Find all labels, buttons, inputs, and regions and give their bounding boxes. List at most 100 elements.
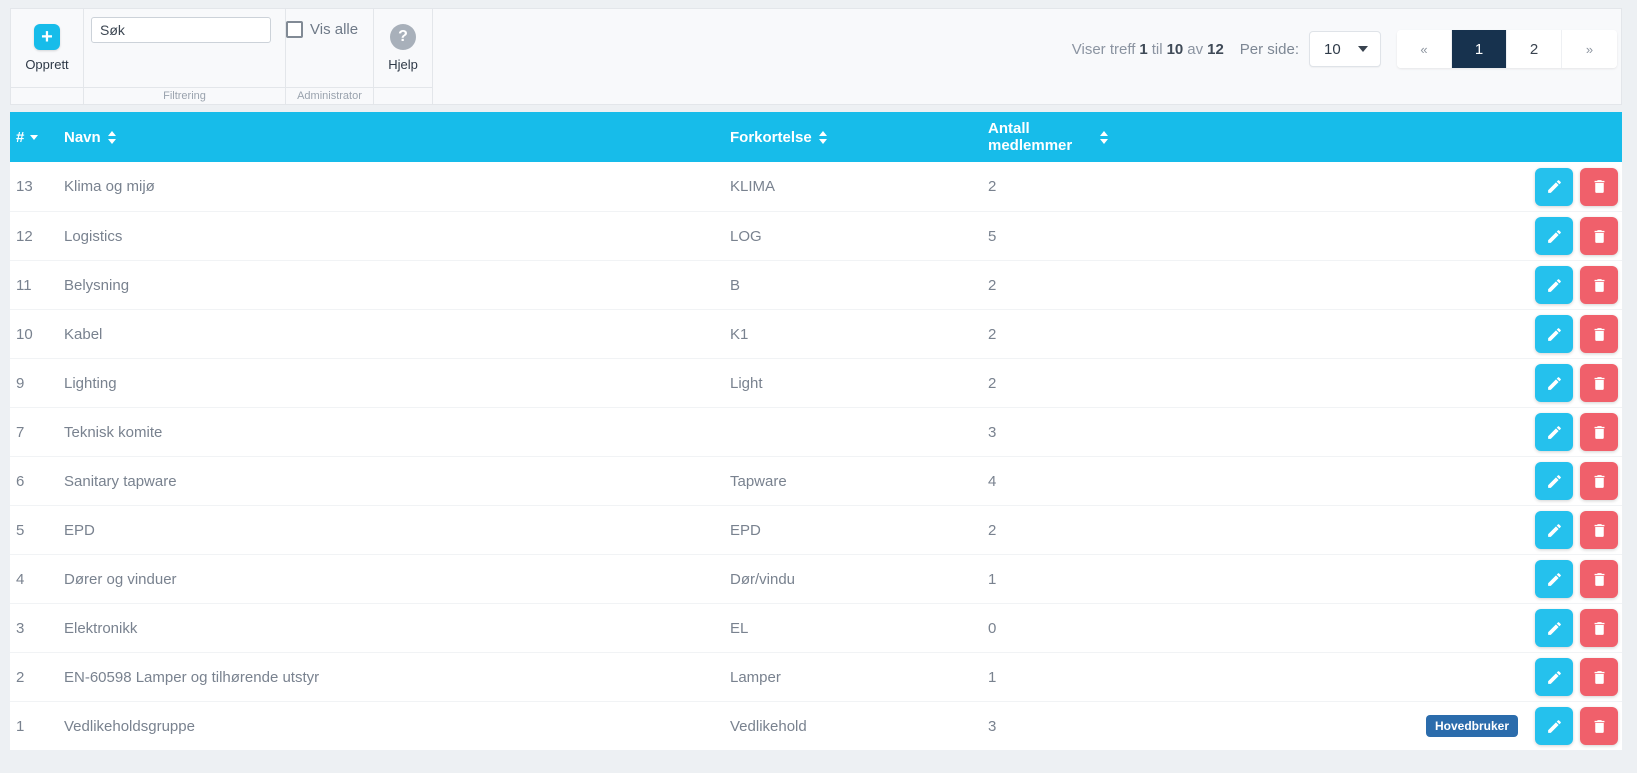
row-members: 2	[988, 276, 997, 294]
toolbar-cell-help: ? Hjelp	[374, 9, 433, 104]
delete-button[interactable]	[1580, 707, 1618, 745]
row-id: 13	[16, 178, 33, 195]
toolbar-cell-filter: Filtrering	[84, 9, 286, 104]
table-row: 5 EPD EPD 2	[10, 505, 1622, 554]
pagination-page-1[interactable]: 1	[1452, 30, 1507, 68]
row-abbr: B	[730, 276, 741, 294]
show-all-toggle[interactable]: Vis alle	[286, 21, 358, 38]
delete-button[interactable]	[1580, 462, 1618, 500]
trash-icon	[1594, 278, 1604, 292]
row-id: 3	[16, 619, 25, 637]
column-header-members[interactable]: Antall medlemmer	[988, 120, 1108, 154]
table-row: 3 Elektronikk EL 0	[10, 603, 1622, 652]
delete-button[interactable]	[1580, 167, 1618, 206]
row-members: 3	[988, 717, 997, 735]
pagination-next-button[interactable]: »	[1562, 30, 1617, 68]
pagination-prev-button[interactable]: «	[1397, 30, 1452, 68]
column-header-id[interactable]: #	[10, 129, 64, 146]
delete-button[interactable]	[1580, 560, 1618, 598]
row-abbr: Tapware	[730, 472, 787, 490]
row-abbr: Vedlikehold	[730, 717, 807, 735]
pencil-icon	[1547, 474, 1561, 488]
row-members: 2	[988, 374, 997, 392]
row-members: 4	[988, 472, 997, 490]
delete-button[interactable]	[1580, 266, 1618, 304]
edit-button[interactable]	[1535, 707, 1573, 745]
pagination-page-2[interactable]: 2	[1507, 30, 1562, 68]
sort-icon	[107, 130, 116, 144]
row-name: EN-60598 Lamper og tilhørende utstyr	[64, 668, 320, 686]
delete-button[interactable]	[1580, 511, 1618, 549]
trash-icon	[1594, 719, 1604, 733]
row-id: 7	[16, 423, 25, 441]
row-id: 2	[16, 668, 25, 686]
delete-button[interactable]	[1580, 609, 1618, 647]
delete-button[interactable]	[1580, 658, 1618, 696]
table-row: 2 EN-60598 Lamper og tilhørende utstyr L…	[10, 652, 1622, 701]
trash-icon	[1594, 229, 1604, 243]
delete-button[interactable]	[1580, 217, 1618, 255]
admin-section-label: Administrator	[297, 90, 362, 103]
pencil-icon	[1547, 719, 1561, 733]
table-row: 9 Lighting Light 2	[10, 358, 1622, 407]
edit-button[interactable]	[1535, 364, 1573, 402]
create-button[interactable]: + Opprett	[25, 24, 69, 72]
table-row: 12 Logistics LOG 5	[10, 211, 1622, 260]
edit-button[interactable]	[1535, 560, 1573, 598]
delete-button[interactable]	[1580, 315, 1618, 353]
sort-icon	[818, 130, 827, 144]
trash-icon	[1594, 327, 1604, 341]
row-id: 5	[16, 521, 25, 539]
table-row: 1 Vedlikeholdsgruppe Vedlikehold 3 Hoved…	[10, 701, 1622, 750]
table-body: 13 Klima og mijø KLIMA 2 12 Logistics LO…	[10, 162, 1622, 750]
edit-button[interactable]	[1535, 217, 1573, 255]
edit-button[interactable]	[1535, 413, 1573, 451]
row-name: Elektronikk	[64, 619, 138, 637]
row-abbr: EL	[730, 619, 749, 637]
delete-button[interactable]	[1580, 364, 1618, 402]
groups-table: # Navn Forkortelse Antall medlemmer 13 K…	[10, 112, 1622, 750]
results-summary: Viser treff 1 til 10 av 12	[1071, 40, 1224, 58]
edit-button[interactable]	[1535, 315, 1573, 353]
row-name: Logistics	[64, 227, 123, 245]
delete-button[interactable]	[1580, 413, 1618, 451]
trash-icon	[1594, 425, 1604, 439]
help-button[interactable]: ? Hjelp	[388, 24, 418, 72]
pencil-icon	[1547, 621, 1561, 635]
pencil-icon	[1547, 376, 1561, 390]
row-name: Vedlikeholdsgruppe	[64, 717, 195, 735]
pencil-icon	[1547, 523, 1561, 537]
row-name: Teknisk komite	[64, 423, 163, 441]
show-all-checkbox[interactable]	[286, 21, 303, 38]
show-all-label[interactable]: Vis alle	[310, 21, 358, 38]
row-members: 3	[988, 423, 997, 441]
edit-button[interactable]	[1535, 658, 1573, 696]
pencil-icon	[1547, 229, 1561, 243]
table-header-row: # Navn Forkortelse Antall medlemmer	[10, 112, 1622, 162]
edit-button[interactable]	[1535, 609, 1573, 647]
row-abbr: K1	[730, 325, 749, 343]
row-abbr: Dør/vindu	[730, 570, 796, 588]
table-row: 10 Kabel K1 2	[10, 309, 1622, 358]
pencil-icon	[1547, 670, 1561, 684]
column-header-name[interactable]: Navn	[64, 129, 730, 146]
row-name: Belysning	[64, 276, 130, 294]
main-user-badge: Hovedbruker	[1425, 715, 1518, 737]
search-input[interactable]	[91, 17, 271, 43]
edit-button[interactable]	[1535, 511, 1573, 549]
table-row: 11 Belysning B 2	[10, 260, 1622, 309]
edit-button[interactable]	[1535, 462, 1573, 500]
per-page-select[interactable]: 10	[1309, 31, 1381, 67]
row-abbr: KLIMA	[730, 178, 776, 195]
trash-icon	[1594, 474, 1604, 488]
row-name: Klima og mijø	[64, 178, 155, 195]
edit-button[interactable]	[1535, 266, 1573, 304]
edit-button[interactable]	[1535, 167, 1573, 206]
column-header-abbr[interactable]: Forkortelse	[730, 129, 988, 146]
help-button-label: Hjelp	[388, 57, 418, 73]
pencil-icon	[1547, 425, 1561, 439]
row-members: 2	[988, 178, 997, 195]
row-name: Lighting	[64, 374, 117, 392]
pencil-icon	[1547, 278, 1561, 292]
pencil-icon	[1547, 180, 1561, 193]
